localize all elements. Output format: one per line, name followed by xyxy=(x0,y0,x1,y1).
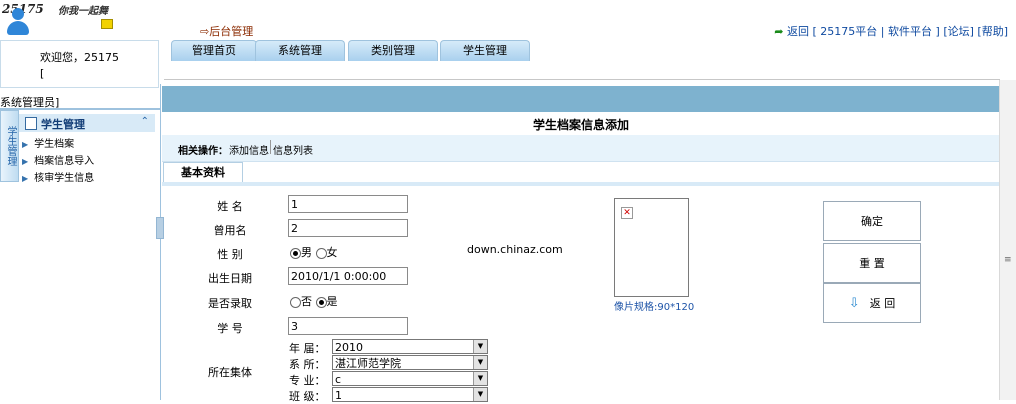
sidebar-item-archive-import[interactable]: ▶ 档案信息导入 xyxy=(22,152,94,167)
student-id-label: 学 号 xyxy=(217,322,243,335)
scroll-grip-icon: ≡ xyxy=(1004,255,1012,265)
tab-underline xyxy=(162,182,1000,186)
op-separator xyxy=(270,140,271,154)
group-label: 所在集体 xyxy=(208,366,252,379)
chevron-down-icon[interactable]: ▼ xyxy=(473,388,487,401)
sidebar-item-review-students[interactable]: ▶ 核审学生信息 xyxy=(22,169,94,184)
major-select[interactable]: c ▼ xyxy=(332,371,488,386)
page-title: 学生档案信息添加 xyxy=(532,118,629,132)
enrolled-no-radio[interactable] xyxy=(290,296,301,308)
birth-input[interactable]: 2010/1/1 0:00:00 xyxy=(288,267,408,285)
chevron-down-icon[interactable]: ▼ xyxy=(473,340,487,353)
enrolled-yes-radio[interactable] xyxy=(315,296,327,308)
tab-admin-home[interactable]: 管理首页 xyxy=(171,40,257,61)
sidebar-vertical-tab[interactable]: 学生管理 xyxy=(0,110,19,182)
gender-label: 性 别 xyxy=(217,248,243,261)
sidebar-border xyxy=(160,84,161,400)
tab-student[interactable]: 学生管理 xyxy=(440,40,530,61)
link-separator: | xyxy=(880,25,885,38)
photo-box[interactable]: ✕ xyxy=(614,198,689,297)
watermark-text: down.chinaz.com xyxy=(467,243,563,256)
photo-spec-text: 像片规格:90*120 xyxy=(614,302,695,313)
scrollbar[interactable]: ≡ xyxy=(999,80,1016,400)
chevron-down-icon[interactable]: ▼ xyxy=(473,372,487,385)
bullet-icon: ▶ xyxy=(22,140,29,149)
operations-label: 相关操作： xyxy=(178,146,228,157)
bullet-icon: ▶ xyxy=(22,174,29,183)
user-extra: [ xyxy=(40,67,45,80)
tab-system[interactable]: 系统管理 xyxy=(255,40,345,61)
link-add-info[interactable]: 添加信息 xyxy=(229,142,269,157)
gender-male-radio[interactable] xyxy=(290,247,301,259)
link-info-list[interactable]: 信息列表 xyxy=(273,142,313,157)
link-forum[interactable]: [论坛] xyxy=(943,25,974,38)
gender-radio-group: 男 女 xyxy=(290,244,338,260)
header-divider xyxy=(164,79,1000,80)
sidebar-collapse-handle[interactable] xyxy=(156,217,164,239)
confirm-button[interactable]: 确定 xyxy=(823,201,921,241)
down-arrow-icon: ⇩ xyxy=(848,295,860,311)
enrolled-radio-group: 否 是 xyxy=(290,293,338,309)
sidebar-group-title: 学生管理 xyxy=(41,118,85,131)
link-25175-platform[interactable]: [ 25175平台 xyxy=(813,25,878,38)
major-label: 专 业： xyxy=(289,374,326,387)
welcome-text: 欢迎您，25175 xyxy=(40,51,119,64)
birth-label: 出生日期 xyxy=(208,272,252,285)
bullet-icon: ▶ xyxy=(22,157,29,166)
link-help[interactable]: [帮助] xyxy=(977,25,1008,38)
tab-basic-info[interactable]: 基本资料 xyxy=(163,162,243,183)
sidebar-group-header[interactable]: 学生管理 ⌃ xyxy=(19,114,155,132)
alias-input[interactable]: 2 xyxy=(288,219,408,237)
sidebar-item-student-archive[interactable]: ▶ 学生档案 xyxy=(22,135,74,150)
top-links: ➦ 返回 [ 25175平台 | 软件平台 ] [论坛] [帮助] xyxy=(774,23,1008,39)
tab-category[interactable]: 类别管理 xyxy=(348,40,438,61)
back-button[interactable]: ⇩ 返 回 xyxy=(823,283,921,323)
dept-select[interactable]: 湛江师范学院 ▼ xyxy=(332,355,488,370)
name-label: 姓 名 xyxy=(217,200,243,213)
enrolled-label: 是否录取 xyxy=(208,297,252,310)
logo-slogan: 你我一起舞 xyxy=(58,6,108,17)
gender-female-radio[interactable] xyxy=(315,247,327,259)
name-input[interactable]: 1 xyxy=(288,195,408,213)
main-header-bar xyxy=(162,86,1000,112)
backstage-label: ⇨后台管理 xyxy=(200,25,254,38)
document-icon xyxy=(25,117,37,130)
backstage-icon: ⇨ xyxy=(200,25,210,38)
sidebar-divider xyxy=(0,108,160,110)
reset-button[interactable]: 重 置 xyxy=(823,243,921,283)
collapse-up-icon[interactable]: ⌃ xyxy=(141,116,149,127)
broken-image-icon: ✕ xyxy=(621,207,633,219)
return-arrow-icon: ➦ xyxy=(774,25,784,38)
year-select[interactable]: 2010 ▼ xyxy=(332,339,488,354)
year-label: 年 届： xyxy=(289,342,326,355)
logo-badge-icon xyxy=(101,19,113,29)
avatar-icon xyxy=(5,8,31,38)
chevron-down-icon[interactable]: ▼ xyxy=(473,356,487,369)
class-label: 班 级： xyxy=(289,390,326,403)
alias-label: 曾用名 xyxy=(213,224,247,237)
link-software-platform[interactable]: 软件平台 ] xyxy=(888,25,940,38)
link-return[interactable]: 返回 xyxy=(787,25,809,38)
student-id-input[interactable]: 3 xyxy=(288,317,408,335)
dept-label: 系 所： xyxy=(289,358,326,371)
